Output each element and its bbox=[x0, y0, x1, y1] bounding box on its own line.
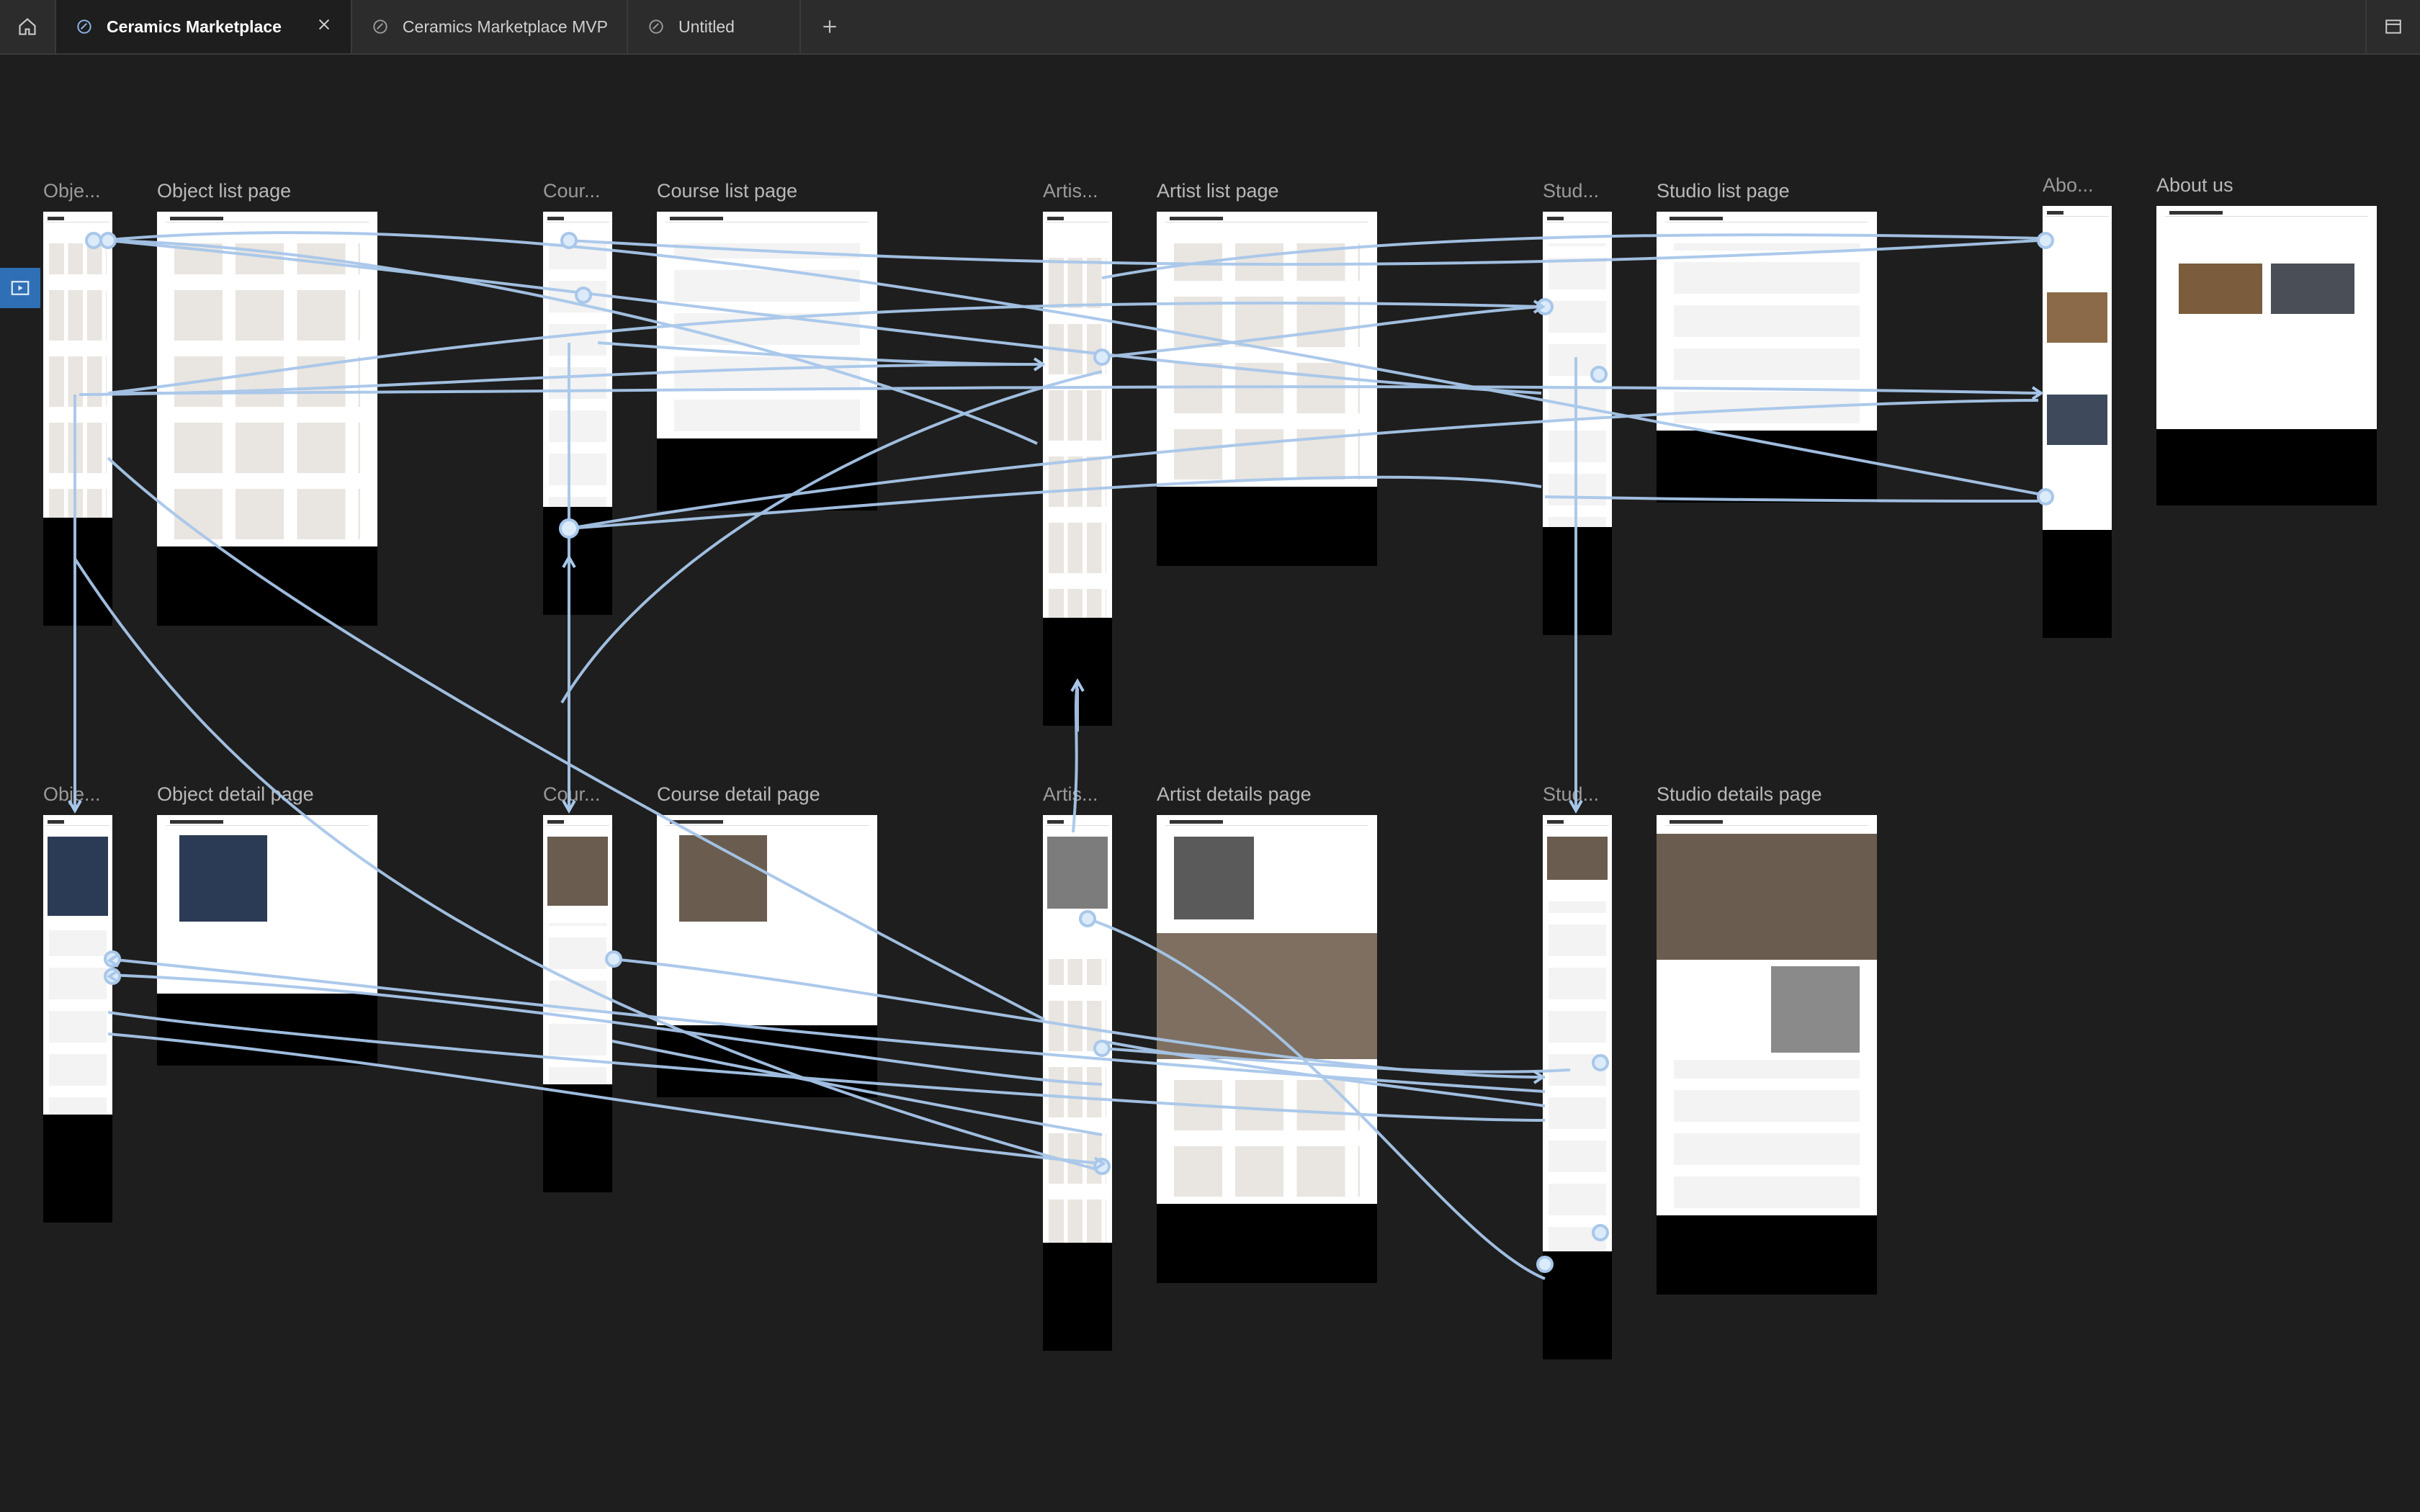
tab-ceramics-marketplace-mvp[interactable]: Ceramics Marketplace MVP bbox=[352, 0, 628, 53]
panel-toggle-button[interactable] bbox=[2365, 0, 2420, 53]
tab-label: Untitled bbox=[678, 17, 735, 36]
tab-untitled[interactable]: Untitled bbox=[628, 0, 801, 53]
plus-icon bbox=[823, 20, 836, 33]
panel-icon bbox=[2385, 19, 2401, 34]
file-icon bbox=[373, 19, 387, 34]
tab-bar: Ceramics Marketplace Ceramics Marketplac… bbox=[0, 0, 2420, 55]
add-tab-button[interactable] bbox=[801, 0, 859, 53]
home-icon bbox=[19, 18, 36, 35]
file-icon bbox=[649, 19, 663, 34]
close-icon[interactable] bbox=[316, 17, 332, 37]
tab-ceramics-marketplace[interactable]: Ceramics Marketplace bbox=[56, 0, 352, 53]
file-icon bbox=[77, 19, 91, 34]
design-canvas[interactable]: Obje... Object list page Cour... Course … bbox=[0, 55, 2420, 1512]
tab-label: Ceramics Marketplace MVP bbox=[402, 17, 608, 36]
prototype-connections bbox=[68, 231, 2054, 1280]
home-button[interactable] bbox=[0, 0, 56, 53]
tab-label: Ceramics Marketplace bbox=[107, 17, 282, 36]
